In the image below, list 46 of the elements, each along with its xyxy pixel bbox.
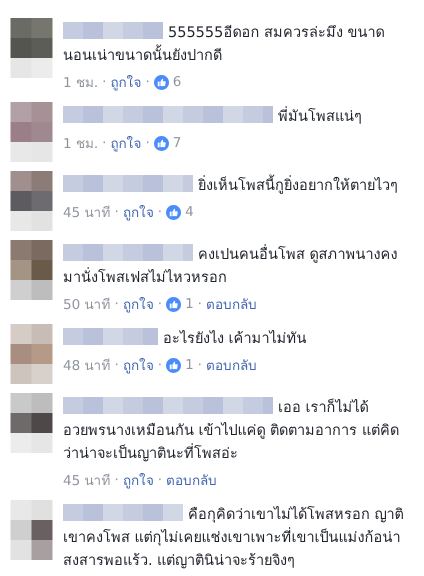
- like-link[interactable]: ถูกใจ: [110, 71, 142, 93]
- reply-link[interactable]: ตอบกลับ: [206, 354, 257, 376]
- separator-dot: ·: [114, 296, 119, 312]
- separator-dot: ·: [114, 357, 119, 373]
- separator-dot: ·: [198, 357, 202, 373]
- thumbs-up-icon: [166, 296, 182, 312]
- comment-time: 45 นาที: [63, 472, 110, 491]
- like-link[interactable]: ถูกใจ: [122, 293, 154, 315]
- like-link[interactable]: ถูกใจ: [122, 354, 154, 376]
- separator-dot: ·: [114, 472, 119, 488]
- comment-time: 48 นาที: [63, 357, 110, 376]
- thumbs-up-icon: [166, 358, 182, 372]
- comment-text: 555555อีดอก สมควรล่ะมึง ขนาดนอนเน่าขนาดนั้นยังปากดี: [63, 22, 408, 68]
- separator-dot: ·: [102, 74, 106, 90]
- separator-dot: ·: [145, 74, 150, 90]
- comment-time: 45 นาที: [63, 204, 110, 223]
- comment-text: ยิ่งเห็นโพสนี้กูยิ่งอยากให้ตายไวๆ: [63, 175, 408, 198]
- comment-text: คงเปนคนอื่นโพส ดูสภาพนางคงมานั่งโพสเฟสไม่ไหวหรอก: [63, 244, 408, 290]
- comment-text: อะไรยังไง เค้ามาไม่ทัน: [63, 328, 408, 351]
- thumbs-up-icon: [154, 74, 169, 90]
- comment-time: 1 ชม.: [63, 135, 98, 154]
- reply-link[interactable]: ตอบกลับ: [166, 469, 218, 491]
- separator-dot: ·: [114, 204, 119, 220]
- like-link[interactable]: ถูกใจ: [110, 132, 142, 154]
- thumbs-up-icon: [154, 136, 169, 150]
- reply-link[interactable]: ตอบกลับ: [206, 293, 257, 315]
- like-count: 1: [185, 296, 194, 312]
- separator-dot: ·: [158, 472, 162, 488]
- like-link[interactable]: ถูกใจ: [122, 201, 154, 223]
- separator-dot: ·: [198, 296, 202, 312]
- like-count: 7: [172, 135, 182, 151]
- comment-text: คือกุคิดว่าเขาไม่ได้โพสหรอก ญาติเขาคงโพส แต่กุไม่เคยแช่งเขาเพาะที่เขาเป็นแม่งก้อน่าสงสารพอแร้ว. แต่ญาตินิน่าจะร้ายจิงๆ: [63, 504, 408, 573]
- separator-dot: ·: [158, 357, 162, 373]
- comment-time: 50 นาที: [63, 296, 110, 315]
- separator-dot: ·: [158, 296, 162, 312]
- comment-text: พี่มันโพสแน่ๆ: [63, 106, 408, 129]
- separator-dot: ·: [158, 204, 162, 220]
- like-link[interactable]: ถูกใจ: [122, 469, 154, 491]
- like-count: 6: [172, 74, 182, 90]
- comment-text: เออ เราก็ไม่ได้อวยพรนางเหมือนกัน เข้าไปแค่ดู ติดตามอาการ แต่คิดว่าน่าจะเป็นญาตินะที่โพสอ่ะ: [63, 397, 408, 466]
- like-count: 1: [185, 357, 194, 373]
- like-count: 4: [185, 204, 194, 220]
- thumbs-up-icon: [166, 204, 182, 220]
- comment-time: 1 ชม.: [63, 74, 98, 93]
- separator-dot: ·: [145, 135, 150, 151]
- separator-dot: ·: [102, 135, 106, 151]
